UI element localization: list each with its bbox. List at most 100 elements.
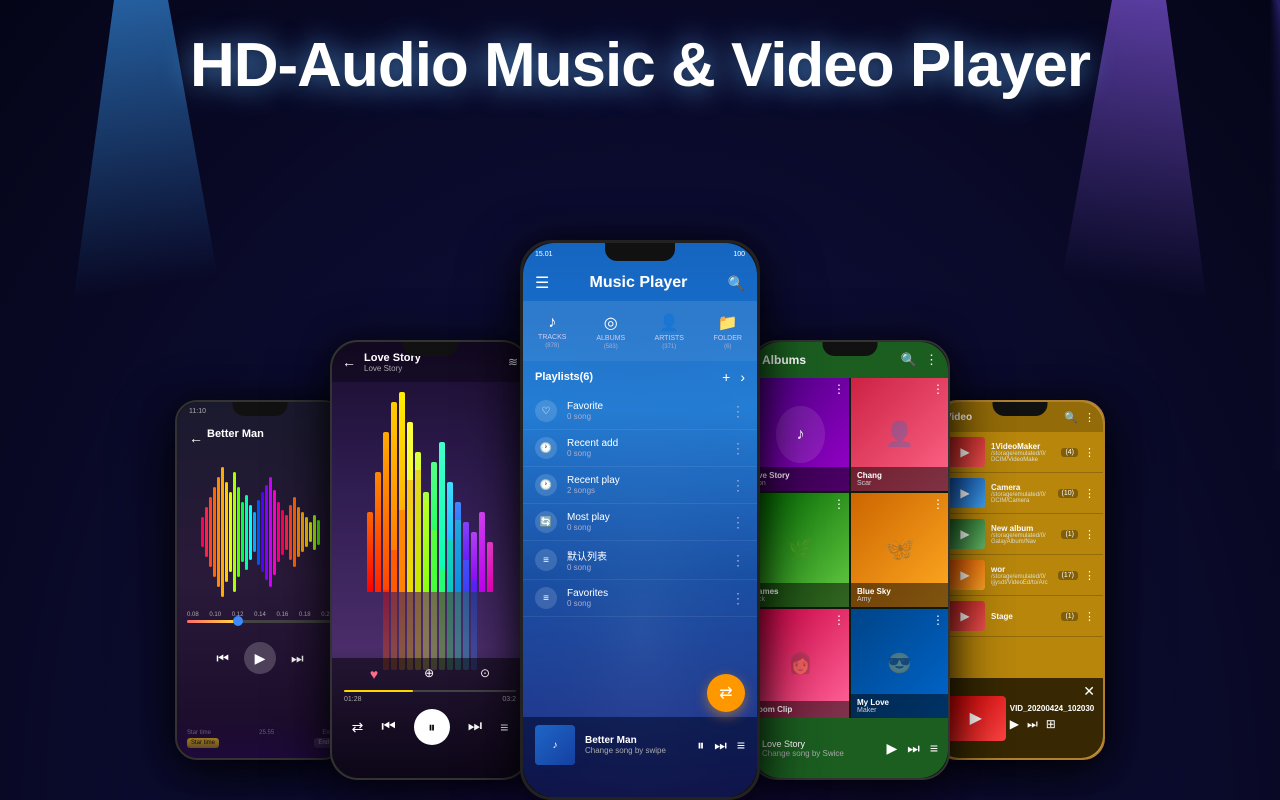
playlist-item-recent-add[interactable]: 🕐 Recent add 0 song ⋮ <box>523 430 757 467</box>
phone2-add-icon[interactable]: ⊕ <box>424 666 434 682</box>
playlist-item-favorites[interactable]: ≡ Favorites 0 song ⋮ <box>523 580 757 617</box>
album-cell-love-story[interactable]: ♪ ve Story on ⋮ <box>752 378 849 491</box>
playlist-item-default[interactable]: ≡ 默认列表 0 song ⋮ <box>523 541 757 580</box>
default-list-info: 默认列表 0 song <box>567 548 721 572</box>
video2-more-icon[interactable]: ⋮ <box>1084 487 1095 500</box>
albums-icon: ◎ <box>604 313 618 333</box>
popup-play-button[interactable]: ▶ <box>1010 717 1019 732</box>
album3-art-icon: 🌿 <box>788 537 813 562</box>
album1-name: ve Story <box>758 471 843 480</box>
phone3-search-icon[interactable]: 🔍 <box>728 275 745 292</box>
playlist-title: Playlists(6) <box>535 371 593 383</box>
phone3-album-thumb: ♪ <box>535 725 575 765</box>
phone1-next-button[interactable]: ⏭ <box>291 650 304 667</box>
video5-info: Stage <box>991 612 1055 621</box>
playlist-item-most-play[interactable]: 🔄 Most play 0 song ⋮ <box>523 504 757 541</box>
phone1-progress-thumb[interactable] <box>233 616 243 626</box>
phone2-play-button[interactable]: ⏸ <box>414 709 450 745</box>
video5-more-icon[interactable]: ⋮ <box>1084 610 1095 623</box>
recent-add-more-icon[interactable]: ⋮ <box>731 440 745 457</box>
album4-overlay: Blue Sky Amy <box>851 583 948 607</box>
phone2-progress-bar[interactable] <box>344 690 516 692</box>
phone4-playlist-button[interactable]: ≡ <box>930 740 938 757</box>
phone2-shuffle-icon[interactable]: ⇄ <box>352 719 364 736</box>
phone1-progress-area[interactable]: 0.080.100.120.140.160.180.20 <box>187 612 333 623</box>
tab-albums[interactable]: ◎ ALBUMS (583) <box>582 301 641 361</box>
phone3-playlist-button[interactable]: ≡ <box>737 737 745 753</box>
recent-play-more-icon[interactable]: ⋮ <box>731 477 745 494</box>
phone2-list-icon[interactable]: ≡ <box>500 719 508 735</box>
favorites-name: Favorites <box>567 588 721 599</box>
album1-more-icon[interactable]: ⋮ <box>833 382 845 396</box>
album-cell-chang[interactable]: 👤 Chang Scar ⋮ <box>851 378 948 491</box>
album4-more-icon[interactable]: ⋮ <box>932 497 944 511</box>
albums-label: ALBUMS <box>596 335 625 342</box>
phone1-back-icon[interactable]: ← <box>189 430 203 446</box>
tab-artists[interactable]: 👤 ARTISTS (371) <box>640 301 699 361</box>
playlist-add-button[interactable]: + <box>722 369 730 385</box>
phone2-next-button[interactable]: ⏭ <box>468 718 482 736</box>
video-item-camera[interactable]: ▶ Camera /storage/emulated/0/DCIM/Camera… <box>937 473 1103 514</box>
phone4-more-icon[interactable]: ⋮ <box>925 352 938 368</box>
video1-path: /storage/emulated/0/DCIM/VideoMake <box>991 451 1055 463</box>
phone3-pause-button[interactable]: ⏸ <box>697 737 704 754</box>
phone5-more-icon[interactable]: ⋮ <box>1084 411 1095 424</box>
phone4-bottom-song: Love Story <box>762 739 878 749</box>
video1-more-icon[interactable]: ⋮ <box>1084 446 1095 459</box>
popup-next-button[interactable]: ⏭ <box>1027 717 1038 732</box>
phone3-shuffle-fab[interactable]: ⇄ <box>707 674 745 712</box>
video2-play-icon: ▶ <box>945 478 985 508</box>
phone1-progress-fill <box>187 620 238 623</box>
album5-more-icon[interactable]: ⋮ <box>833 613 845 627</box>
album-cell-games[interactable]: 🌿 ames ck ⋮ <box>752 493 849 606</box>
album-cell-blue-sky[interactable]: 🦋 Blue Sky Amy ⋮ <box>851 493 948 606</box>
phone3-next-button[interactable]: ⏭ <box>714 737 727 754</box>
video3-more-icon[interactable]: ⋮ <box>1084 528 1095 541</box>
favorite-more-icon[interactable]: ⋮ <box>731 403 745 420</box>
phone1-prev-button[interactable]: ⏮ <box>216 650 229 667</box>
album-cell-my-love[interactable]: 😎 My Love Maker ⋮ <box>851 609 948 718</box>
phone3-playlist-header: Playlists(6) + › <box>523 361 757 393</box>
artists-count: (371) <box>662 344 676 350</box>
video-item-new-album[interactable]: ▶ New album /storage/emulated/0/GalayAlb… <box>937 514 1103 555</box>
playlist-item-recent-play[interactable]: 🕐 Recent play 2 songs ⋮ <box>523 467 757 504</box>
playlist-item-favorite[interactable]: ♡ Favorite 0 song ⋮ <box>523 393 757 430</box>
tab-tracks[interactable]: ♪ TRACKS (878) <box>523 301 582 361</box>
phone2-zoom-icon[interactable]: ⊙ <box>480 666 490 682</box>
popup-grid-button[interactable]: ⊞ <box>1046 717 1056 732</box>
album-cell-room-clip[interactable]: 👩 oom Clip ⋮ <box>752 609 849 718</box>
album6-more-icon[interactable]: ⋮ <box>932 613 944 627</box>
tab-folder[interactable]: 📁 FOLDER (6) <box>699 301 758 361</box>
video-item-videomaker[interactable]: ▶ 1VideoMaker /storage/emulated/0/DCIM/V… <box>937 432 1103 473</box>
phone3-bottom-controls: ⏸ ⏭ ≡ <box>697 737 745 754</box>
phone5-search-icon[interactable]: 🔍 <box>1064 411 1078 424</box>
phone1-play-button[interactable]: ▶ <box>244 642 276 674</box>
playlist-more-button[interactable]: › <box>740 369 745 385</box>
phone2-equalizer-icon[interactable]: ≋ <box>508 355 518 369</box>
folder-label: FOLDER <box>714 335 742 342</box>
phone4-next-button[interactable]: ⏭ <box>907 740 920 757</box>
phone1-progress-bar[interactable] <box>187 620 333 623</box>
video4-more-icon[interactable]: ⋮ <box>1084 569 1095 582</box>
video1-thumb: ▶ <box>945 437 985 467</box>
phone5-popup-close-button[interactable]: ✕ <box>1083 683 1095 700</box>
most-play-info: Most play 0 song <box>567 512 721 532</box>
video-item-stage[interactable]: ▶ Stage (1) ⋮ <box>937 596 1103 637</box>
phone2-back-button[interactable]: ← <box>342 354 356 370</box>
default-list-more-icon[interactable]: ⋮ <box>731 552 745 569</box>
phone2-heart-icon[interactable]: ♥ <box>370 666 378 682</box>
favorites-info: Favorites 0 song <box>567 588 721 608</box>
phone2-progress-fill <box>344 690 413 692</box>
video2-thumb: ▶ <box>945 478 985 508</box>
phone5-header-icons: 🔍 ⋮ <box>1064 411 1095 424</box>
album6-artist: Maker <box>857 707 942 714</box>
video-item-wor[interactable]: ▶ wor /storage/emulated/0/ijjysdt/VideoE… <box>937 555 1103 596</box>
most-play-more-icon[interactable]: ⋮ <box>731 514 745 531</box>
phone4-play-button[interactable]: ▶ <box>886 740 897 757</box>
phone4-search-icon[interactable]: 🔍 <box>901 352 917 368</box>
album3-more-icon[interactable]: ⋮ <box>833 497 845 511</box>
phone2-prev-button[interactable]: ⏮ <box>381 718 395 736</box>
album2-more-icon[interactable]: ⋮ <box>932 382 944 396</box>
favorites-more-icon[interactable]: ⋮ <box>731 590 745 607</box>
phone3-menu-icon[interactable]: ☰ <box>535 273 549 293</box>
